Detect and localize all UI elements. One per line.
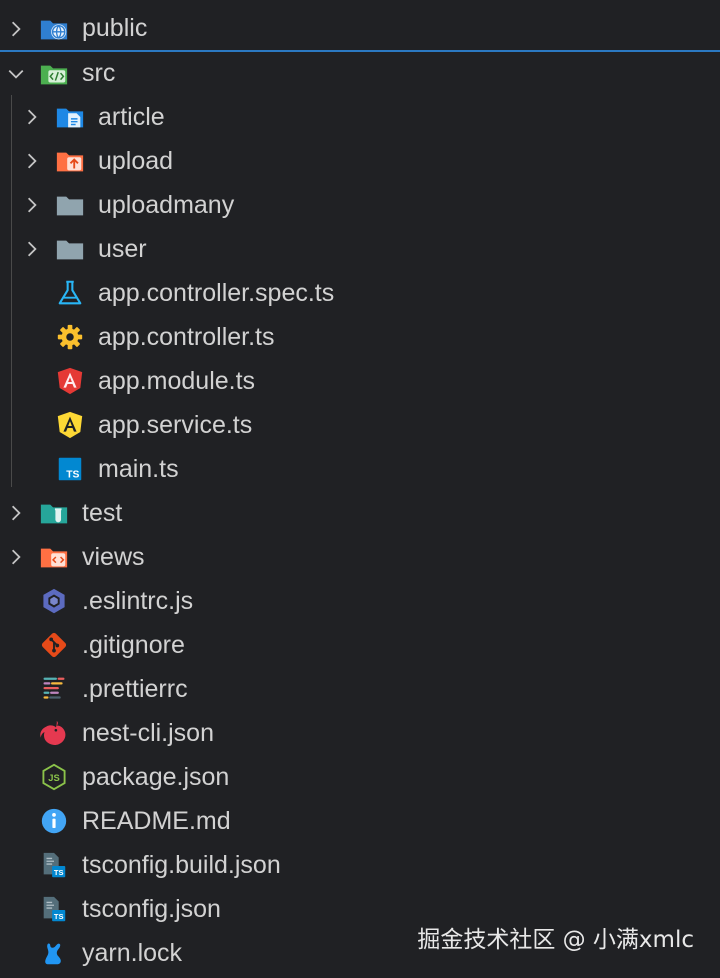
svg-text:JS: JS	[48, 773, 59, 783]
tree-item-views[interactable]: views	[0, 535, 720, 579]
tree-item-eslintrc[interactable]: .eslintrc.js	[0, 579, 720, 623]
angular-module-icon	[55, 366, 85, 396]
tsconfig-icon: TS	[39, 850, 69, 880]
yarn-icon	[39, 938, 69, 968]
folder-src-icon	[39, 59, 69, 89]
svg-text:TS: TS	[66, 469, 79, 480]
folder-icon	[55, 190, 85, 220]
tree-item-readme[interactable]: README.md	[0, 799, 720, 843]
tree-item-label: tsconfig.json	[82, 894, 221, 923]
tree-item-uploadmany[interactable]: uploadmany	[0, 183, 720, 227]
folder-public-icon	[39, 14, 69, 44]
chevron-right-icon[interactable]	[21, 150, 43, 172]
tree-item-label: uploadmany	[98, 190, 235, 219]
tree-item-upload[interactable]: upload	[0, 139, 720, 183]
tree-item-label: yarn.lock	[82, 938, 183, 967]
prettier-icon	[39, 674, 69, 704]
chevron-right-icon[interactable]	[5, 18, 27, 40]
tree-item-prettierrc[interactable]: .prettierrc	[0, 667, 720, 711]
tree-item-label: test	[82, 498, 123, 527]
file-explorer-tree: public src article upload uploadmany use…	[0, 7, 720, 975]
eslint-icon	[39, 586, 69, 616]
tree-item-label: .gitignore	[82, 630, 185, 659]
tree-item-app-controller-spec[interactable]: app.controller.spec.ts	[0, 271, 720, 315]
nodejs-icon: JS	[39, 762, 69, 792]
chevron-right-icon[interactable]	[21, 238, 43, 260]
chevron-right-icon[interactable]	[21, 106, 43, 128]
indent-guide	[11, 95, 12, 487]
nestjs-icon	[39, 718, 69, 748]
tree-item-gitignore[interactable]: .gitignore	[0, 623, 720, 667]
tree-item-label: .eslintrc.js	[82, 586, 194, 615]
chevron-right-icon[interactable]	[21, 194, 43, 216]
tree-item-tsconfig-build[interactable]: TS tsconfig.build.json	[0, 843, 720, 887]
tree-item-label: nest-cli.json	[82, 718, 214, 747]
tree-item-article[interactable]: article	[0, 95, 720, 139]
tree-item-label: public	[82, 14, 148, 42]
chevron-right-icon[interactable]	[5, 502, 27, 524]
tree-item-app-controller[interactable]: app.controller.ts	[0, 315, 720, 359]
tree-item-label: package.json	[82, 762, 230, 791]
tree-item-user[interactable]: user	[0, 227, 720, 271]
tree-item-label: app.controller.spec.ts	[98, 278, 335, 307]
tree-item-label: app.controller.ts	[98, 322, 275, 351]
info-icon	[39, 806, 69, 836]
folder-upload-icon	[55, 146, 85, 176]
gear-icon	[55, 322, 85, 352]
tree-item-public[interactable]: public	[0, 7, 720, 51]
tree-item-label: user	[98, 234, 147, 263]
svg-text:TS: TS	[54, 868, 64, 877]
folder-test-icon	[39, 498, 69, 528]
folder-views-icon	[39, 542, 69, 572]
tree-item-label: upload	[98, 146, 174, 175]
tree-item-label: src	[82, 59, 116, 87]
tree-item-label: README.md	[82, 806, 231, 835]
git-icon	[39, 630, 69, 660]
tree-item-package-json[interactable]: JS package.json	[0, 755, 720, 799]
tree-item-label: .prettierrc	[82, 674, 188, 703]
tree-item-label: views	[82, 542, 145, 571]
tree-item-label: app.service.ts	[98, 410, 253, 439]
folder-icon	[55, 234, 85, 264]
folder-article-icon	[55, 102, 85, 132]
tree-item-src[interactable]: src	[0, 51, 720, 95]
tree-item-nest-cli[interactable]: nest-cli.json	[0, 711, 720, 755]
tree-item-app-module[interactable]: app.module.ts	[0, 359, 720, 403]
chevron-right-icon[interactable]	[5, 546, 27, 568]
tree-item-app-service[interactable]: app.service.ts	[0, 403, 720, 447]
tree-item-label: article	[98, 102, 165, 131]
tsconfig-icon: TS	[39, 894, 69, 924]
angular-service-icon	[55, 410, 85, 440]
tree-item-test[interactable]: test	[0, 491, 720, 535]
tree-item-main[interactable]: TS main.ts	[0, 447, 720, 491]
typescript-icon: TS	[55, 454, 85, 484]
svg-text:TS: TS	[54, 912, 64, 921]
test-flask-icon	[55, 278, 85, 308]
tree-item-label: main.ts	[98, 454, 179, 483]
tree-item-label: tsconfig.build.json	[82, 850, 281, 879]
tree-item-label: app.module.ts	[98, 366, 256, 395]
watermark: 掘金技术社区 @ 小满xmlc	[417, 927, 694, 953]
chevron-down-icon[interactable]	[5, 63, 27, 85]
